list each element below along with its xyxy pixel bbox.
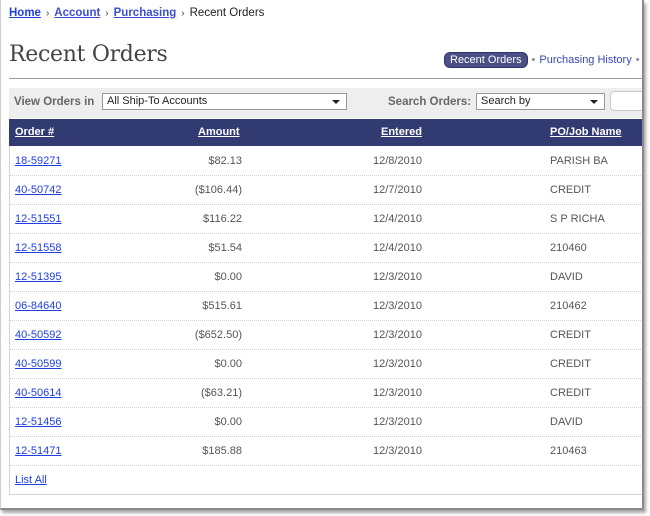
view-orders-value: All Ship-To Accounts xyxy=(107,95,208,107)
entered-cell: 12/3/2010 xyxy=(373,387,422,399)
po-job-cell: DAVID xyxy=(550,271,583,283)
order-link[interactable]: 12-51551 xyxy=(15,213,62,225)
amount-cell: $0.00 xyxy=(214,358,242,370)
table-row: 40-50592 ($652.50) 12/3/2010 CREDIT xyxy=(9,321,642,350)
orders-table-body: 18-59271 $82.13 12/8/2010 PARISH BA 40-5074… xyxy=(9,147,642,466)
table-row: 12-51456 $0.00 12/3/2010 DAVID xyxy=(9,408,642,437)
order-link[interactable]: 12-51471 xyxy=(15,445,62,457)
entered-cell: 12/3/2010 xyxy=(373,358,422,370)
bullet-separator: • xyxy=(531,54,536,66)
po-job-cell: DAVID xyxy=(550,416,583,428)
page-title: Recent Orders xyxy=(9,42,168,67)
po-job-cell: S P RICHA xyxy=(550,213,605,225)
po-job-cell: CREDIT xyxy=(550,387,591,399)
table-row: 12-51471 $185.88 12/3/2010 210463 xyxy=(9,437,642,466)
search-orders-label: Search Orders: xyxy=(388,96,472,108)
po-job-cell: CREDIT xyxy=(550,358,591,370)
sub-navigation: Recent Orders • Purchasing History • xyxy=(444,52,642,68)
entered-cell: 12/8/2010 xyxy=(373,155,422,167)
view-orders-select[interactable]: All Ship-To Accounts xyxy=(102,93,347,110)
order-link[interactable]: 40-50742 xyxy=(15,184,62,196)
page-frame: Home › Account › Purchasing › Recent Orders Re… xyxy=(0,0,644,510)
amount-cell: $51.54 xyxy=(208,242,242,254)
amount-cell: $0.00 xyxy=(214,271,242,283)
table-row: 06-84640 $515.61 12/3/2010 210462 xyxy=(9,292,642,321)
amount-cell: $116.22 xyxy=(203,213,242,225)
list-all-link[interactable]: List All xyxy=(15,474,47,486)
order-link[interactable]: 40-50614 xyxy=(15,387,62,399)
column-header-amount[interactable]: Amount xyxy=(198,126,240,138)
po-job-cell: CREDIT xyxy=(550,329,591,341)
order-link[interactable]: 12-51395 xyxy=(15,271,62,283)
entered-cell: 12/3/2010 xyxy=(373,329,422,341)
order-link[interactable]: 18-59271 xyxy=(15,155,62,167)
breadcrumb-separator: › xyxy=(181,8,185,19)
table-row: 18-59271 $82.13 12/8/2010 PARISH BA xyxy=(9,147,642,176)
search-orders-input[interactable] xyxy=(610,91,642,111)
table-row: 40-50614 ($63.21) 12/3/2010 CREDIT xyxy=(9,379,642,408)
po-job-cell: CREDIT xyxy=(550,184,591,196)
entered-cell: 12/4/2010 xyxy=(373,213,422,225)
table-row: 12-51551 $116.22 12/4/2010 S P RICHA xyxy=(9,205,642,234)
breadcrumb-separator: › xyxy=(105,8,109,19)
po-job-cell: 210463 xyxy=(550,445,587,457)
amount-cell: ($63.21) xyxy=(201,387,242,399)
column-header-entered[interactable]: Entered xyxy=(381,126,422,138)
search-by-value: Search by xyxy=(481,95,531,107)
order-link[interactable]: 06-84640 xyxy=(15,300,62,312)
breadcrumb: Home › Account › Purchasing › Recent Orders xyxy=(9,7,264,19)
amount-cell: $82.13 xyxy=(208,155,242,167)
tab-purchasing-history[interactable]: Purchasing History xyxy=(539,54,631,66)
search-by-select[interactable]: Search by xyxy=(476,93,605,110)
entered-cell: 12/4/2010 xyxy=(373,242,422,254)
po-job-cell: 210460 xyxy=(550,242,587,254)
entered-cell: 12/3/2010 xyxy=(373,445,422,457)
po-job-cell: 210462 xyxy=(550,300,587,312)
title-divider xyxy=(9,78,642,79)
entered-cell: 12/3/2010 xyxy=(373,416,422,428)
breadcrumb-purchasing[interactable]: Purchasing xyxy=(114,7,177,19)
breadcrumb-home[interactable]: Home xyxy=(9,7,41,19)
dropdown-arrow-icon xyxy=(332,100,340,104)
entered-cell: 12/3/2010 xyxy=(373,300,422,312)
view-orders-label: View Orders in xyxy=(14,96,95,108)
table-row: 12-51558 $51.54 12/4/2010 210460 xyxy=(9,234,642,263)
breadcrumb-separator: › xyxy=(45,8,50,19)
amount-cell: $0.00 xyxy=(214,416,242,428)
amount-cell: $515.61 xyxy=(202,300,242,312)
table-row: 40-50599 $0.00 12/3/2010 CREDIT xyxy=(9,350,642,379)
bullet-separator: • xyxy=(635,54,640,66)
amount-cell: ($106.44) xyxy=(194,184,242,196)
amount-cell: $185.88 xyxy=(202,445,242,457)
table-header: Order # Amount Entered PO/Job Name xyxy=(9,119,642,146)
entered-cell: 12/7/2010 xyxy=(373,184,422,196)
filter-bar: View Orders in All Ship-To Accounts Sear… xyxy=(9,88,642,118)
po-job-cell: PARISH BA xyxy=(550,155,608,167)
order-link[interactable]: 12-51456 xyxy=(15,416,62,428)
breadcrumb-current: Recent Orders xyxy=(189,7,265,19)
table-row: 40-50742 ($106.44) 12/7/2010 CREDIT xyxy=(9,176,642,205)
column-header-po-job-name[interactable]: PO/Job Name xyxy=(550,126,622,138)
tab-recent-orders[interactable]: Recent Orders xyxy=(444,52,528,68)
order-link[interactable]: 40-50599 xyxy=(15,358,62,370)
dropdown-arrow-icon xyxy=(590,100,598,104)
order-link[interactable]: 12-51558 xyxy=(15,242,62,254)
entered-cell: 12/3/2010 xyxy=(373,271,422,283)
table-row: 12-51395 $0.00 12/3/2010 DAVID xyxy=(9,263,642,292)
amount-cell: ($652.50) xyxy=(194,329,242,341)
order-link[interactable]: 40-50592 xyxy=(15,329,62,341)
breadcrumb-account[interactable]: Account xyxy=(54,7,100,19)
column-header-order[interactable]: Order # xyxy=(15,126,54,138)
panel-bottom-border xyxy=(9,494,642,495)
